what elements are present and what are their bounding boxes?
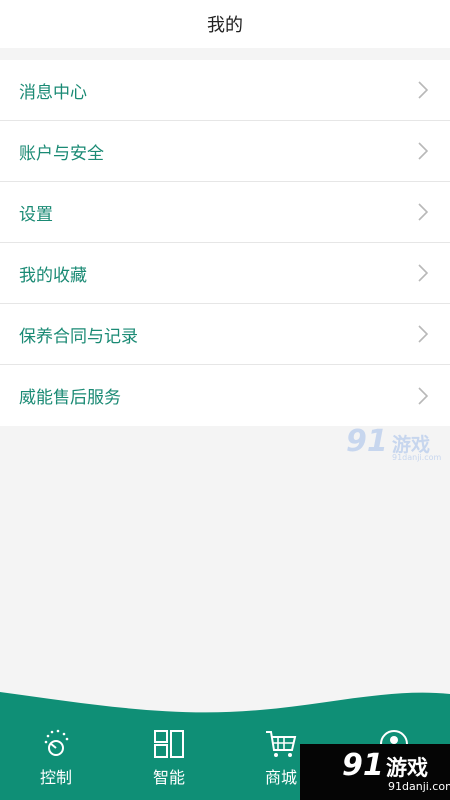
chevron-right-icon [418, 264, 428, 282]
tab-label: 智能 [152, 768, 185, 787]
header-bar: 我的 [0, 0, 450, 48]
watermark-logo: 91 游戏 91danji.com [346, 424, 446, 466]
tab-control[interactable]: 控制 [16, 728, 96, 788]
menu-item-account-security[interactable]: 账户与安全 [0, 121, 450, 182]
menu-item-message-center[interactable]: 消息中心 [0, 60, 450, 121]
watermark-brand: 91 [342, 748, 384, 783]
menu-item-label: 保养合同与记录 [19, 326, 138, 347]
smart-grid-icon [154, 730, 184, 758]
watermark-corner-logo: 91 游戏 91danji.com [300, 744, 450, 800]
chevron-right-icon [418, 81, 428, 99]
watermark-name: 游戏 [386, 756, 428, 780]
control-dial-icon [44, 729, 69, 756]
menu-item-label: 我的收藏 [19, 265, 87, 286]
chevron-right-icon [418, 142, 428, 160]
watermark-site: 91danji.com [392, 453, 442, 462]
menu-item-settings[interactable]: 设置 [0, 182, 450, 243]
menu-item-after-sales-service[interactable]: 威能售后服务 [0, 365, 450, 426]
menu-item-label: 账户与安全 [19, 143, 104, 164]
watermark-site: 91danji.com [388, 780, 450, 793]
menu-list: 消息中心 账户与安全 设置 我的收藏 保养合同与记录 威能售后服务 [0, 60, 450, 426]
shopping-cart-icon [266, 731, 297, 757]
menu-item-favorites[interactable]: 我的收藏 [0, 243, 450, 304]
chevron-right-icon [418, 386, 428, 405]
chevron-right-icon [418, 203, 428, 221]
menu-item-label: 消息中心 [19, 82, 87, 103]
menu-item-label: 威能售后服务 [19, 388, 121, 408]
tab-smart[interactable]: 智能 [129, 728, 209, 788]
tab-label: 控制 [39, 768, 72, 787]
menu-item-maintenance-contract[interactable]: 保养合同与记录 [0, 304, 450, 365]
chevron-right-icon [418, 325, 428, 343]
tab-label: 商城 [264, 768, 297, 787]
page-title: 我的 [207, 15, 243, 36]
watermark-brand: 91 [346, 424, 388, 459]
menu-item-label: 设置 [19, 204, 53, 225]
